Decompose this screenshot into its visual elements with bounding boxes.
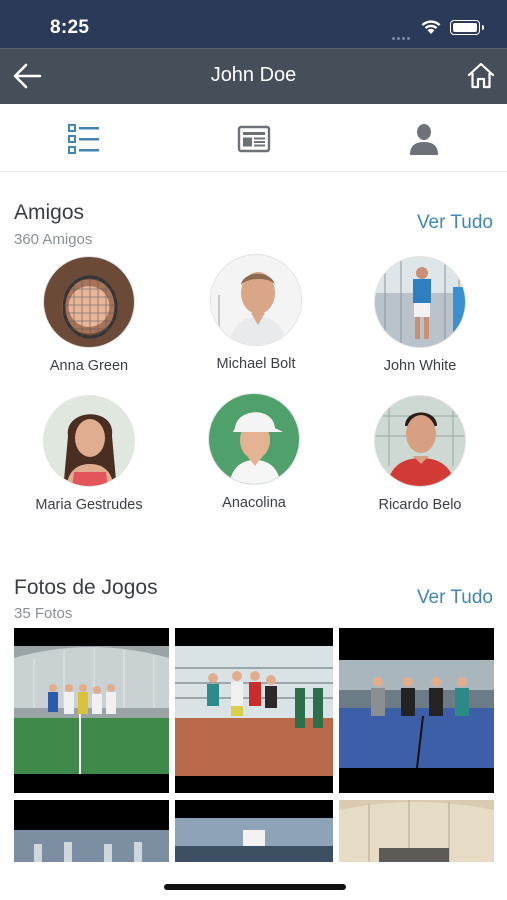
home-icon[interactable] bbox=[466, 61, 496, 91]
tab-news[interactable] bbox=[234, 119, 274, 159]
tab-profile[interactable] bbox=[404, 119, 444, 159]
friend-card[interactable]: John White bbox=[345, 256, 495, 374]
photos-title: Fotos de Jogos bbox=[14, 576, 158, 599]
list-icon bbox=[68, 124, 99, 154]
newspaper-icon bbox=[237, 125, 271, 153]
bottom-safe-area bbox=[0, 862, 507, 900]
friend-name: Michael Bolt bbox=[216, 356, 296, 372]
avatar bbox=[43, 256, 135, 348]
friend-card[interactable]: Anacolina bbox=[179, 393, 329, 511]
tab-list[interactable] bbox=[64, 119, 104, 159]
game-photo[interactable] bbox=[339, 628, 494, 793]
friends-see-all-link[interactable]: Ver Tudo bbox=[417, 212, 493, 234]
battery-icon bbox=[450, 20, 484, 35]
game-photo[interactable] bbox=[175, 628, 333, 793]
photos-see-all-link[interactable]: Ver Tudo bbox=[417, 587, 493, 609]
friends-title: Amigos bbox=[14, 201, 85, 224]
status-time: 8:25 bbox=[50, 17, 90, 38]
friend-card[interactable]: Anna Green bbox=[14, 256, 164, 374]
friend-card[interactable]: Ricardo Belo bbox=[345, 395, 495, 513]
game-photo[interactable] bbox=[339, 800, 494, 862]
nav-bar: John Doe bbox=[0, 48, 507, 104]
avatar bbox=[374, 395, 466, 487]
avatar bbox=[43, 395, 135, 487]
friends-count: 360 Amigos bbox=[14, 231, 93, 248]
avatar bbox=[210, 254, 302, 346]
photos-count: 35 Fotos bbox=[14, 605, 73, 622]
friend-name: Ricardo Belo bbox=[378, 497, 462, 513]
wifi-icon bbox=[421, 20, 441, 34]
friend-card[interactable]: Maria Gestrudes bbox=[14, 395, 164, 513]
friend-name: John White bbox=[383, 358, 457, 374]
home-indicator[interactable] bbox=[164, 884, 346, 890]
friend-name: Maria Gestrudes bbox=[35, 497, 143, 513]
app-screen: 8:25 John Doe Amigos 360 Amigos Ver Tudo… bbox=[0, 0, 507, 900]
friend-name: Anna Green bbox=[49, 358, 129, 374]
page-title: John Doe bbox=[210, 64, 297, 86]
avatar bbox=[374, 256, 466, 348]
signal-icon bbox=[392, 27, 414, 40]
status-bar: 8:25 bbox=[0, 0, 507, 48]
person-icon bbox=[410, 124, 438, 155]
friend-name: Anacolina bbox=[222, 495, 286, 511]
game-photo[interactable] bbox=[175, 800, 333, 862]
game-photo[interactable] bbox=[14, 800, 169, 862]
game-photo[interactable] bbox=[14, 628, 169, 793]
avatar bbox=[208, 393, 300, 485]
tab-bar bbox=[0, 104, 507, 172]
friend-card[interactable]: Michael Bolt bbox=[181, 254, 331, 372]
